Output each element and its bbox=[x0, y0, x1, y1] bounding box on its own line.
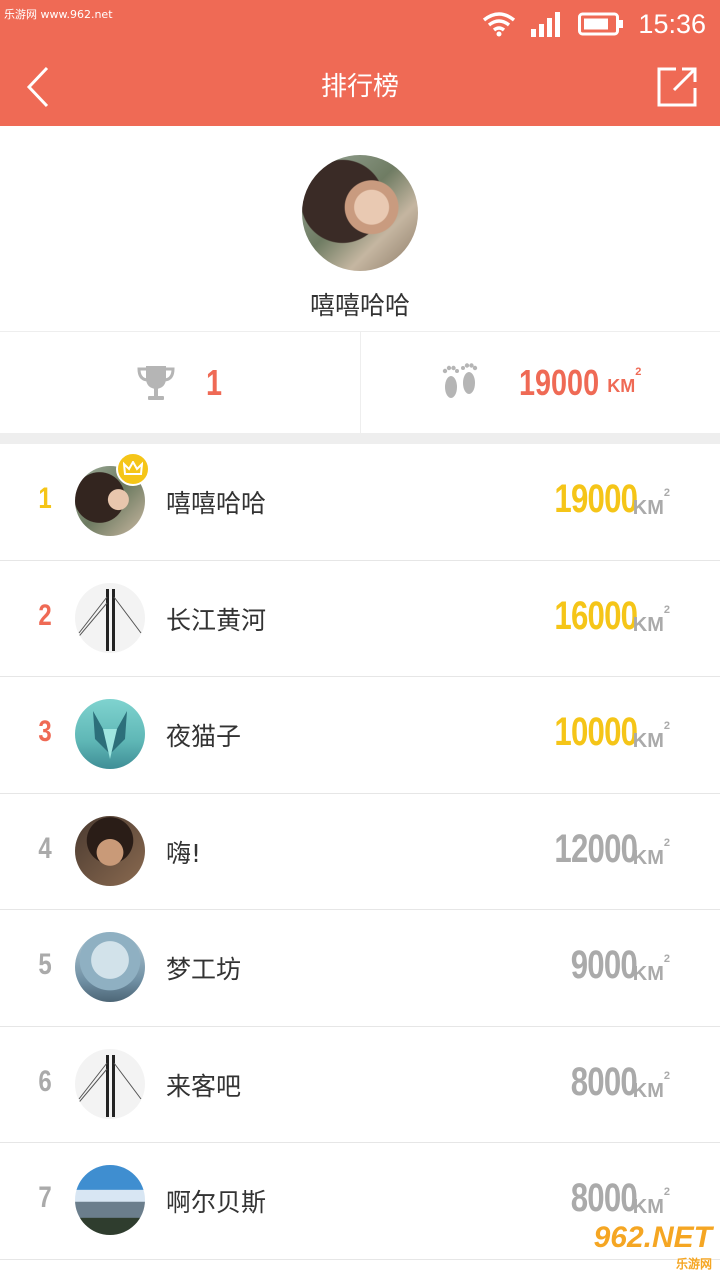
stat-distance-unit: KM2 bbox=[607, 366, 641, 397]
user-name: 嗨! bbox=[166, 838, 202, 868]
cat-image bbox=[93, 711, 127, 759]
unit-text: KM bbox=[632, 730, 664, 752]
section-divider bbox=[0, 433, 720, 444]
rank-number: 4 bbox=[38, 831, 52, 865]
user-avatar[interactable] bbox=[75, 699, 145, 769]
external-edit-icon bbox=[657, 67, 697, 107]
stat-distance: 19000 KM2 bbox=[359, 332, 720, 433]
distance-value: 8000 bbox=[570, 1059, 637, 1104]
user-name: 长江黄河 bbox=[166, 605, 267, 635]
leaderboard-row[interactable]: 5 梦工坊 9000 KM2 bbox=[0, 910, 720, 1027]
leaderboard-row[interactable]: 1 嘻嘻哈哈 19000 KM2 bbox=[0, 444, 720, 561]
distance-unit: KM2 bbox=[632, 1070, 670, 1103]
stat-rank-value: 1 bbox=[205, 361, 222, 403]
user-distance: 19000 KM2 bbox=[531, 477, 670, 522]
watermark-sub: 乐游网 bbox=[675, 1257, 712, 1271]
user-avatar[interactable] bbox=[75, 582, 145, 653]
navbar: 排行榜 bbox=[0, 48, 720, 126]
rank-number: 2 bbox=[38, 598, 52, 632]
profile-section: 嘻嘻哈哈 bbox=[0, 126, 720, 331]
unit-text: KM bbox=[607, 376, 636, 396]
unit-sup: 2 bbox=[663, 720, 670, 733]
unit-sup: 2 bbox=[663, 603, 670, 616]
rank-number: 1 bbox=[38, 482, 52, 515]
unit-text: KM bbox=[632, 613, 664, 636]
unit-sup: 2 bbox=[635, 366, 642, 378]
user-distance: 9000 KM2 bbox=[552, 943, 670, 988]
user-avatar[interactable] bbox=[75, 815, 145, 886]
unit-sup: 2 bbox=[663, 1069, 670, 1082]
bridge-image bbox=[75, 588, 142, 651]
unit-sup: 2 bbox=[663, 1186, 670, 1199]
crown-icon bbox=[116, 452, 150, 486]
unit-sup: 2 bbox=[663, 836, 670, 849]
bridge-image bbox=[75, 1054, 142, 1117]
unit-text: KM bbox=[632, 846, 664, 869]
profile-name: 嘻嘻哈哈 bbox=[309, 291, 410, 320]
status-bar: 15:36 bbox=[482, 4, 706, 44]
stats-bar: 1 19000 KM2 bbox=[0, 331, 720, 433]
user-avatar[interactable] bbox=[75, 932, 145, 1002]
unit-text: KM bbox=[632, 963, 664, 985]
distance-value: 12000 bbox=[553, 826, 638, 871]
unit-text: KM bbox=[632, 1079, 664, 1102]
user-distance: 8000 KM2 bbox=[552, 1060, 670, 1105]
battery-icon bbox=[578, 12, 624, 36]
distance-unit: KM2 bbox=[632, 953, 670, 986]
trophy-icon bbox=[137, 365, 175, 400]
page-title: 排行榜 bbox=[320, 72, 399, 102]
stat-distance-value: 19000 bbox=[519, 361, 600, 403]
unit-text: KM bbox=[632, 497, 664, 519]
watermark-main: 962.NET bbox=[593, 1221, 712, 1254]
rank-number: 7 bbox=[38, 1181, 52, 1214]
unit-sup: 2 bbox=[663, 953, 670, 966]
user-name: 来客吧 bbox=[166, 1071, 242, 1101]
profile-avatar[interactable] bbox=[302, 155, 418, 271]
user-avatar[interactable] bbox=[75, 1048, 145, 1119]
stat-rank: 1 bbox=[0, 332, 360, 433]
user-name: 嘻嘻哈哈 bbox=[166, 489, 267, 518]
user-distance: 8000 KM2 bbox=[552, 1176, 670, 1221]
footprints-icon bbox=[442, 362, 478, 398]
share-button[interactable] bbox=[656, 66, 698, 108]
distance-value: 19000 bbox=[553, 477, 638, 521]
signal-icon bbox=[531, 12, 561, 37]
rank-number: 6 bbox=[38, 1064, 52, 1098]
unit-sup: 2 bbox=[663, 487, 670, 500]
rank-number: 5 bbox=[38, 948, 52, 981]
leaderboard-row[interactable]: 6 来客吧 8000 KM2 bbox=[0, 1027, 720, 1143]
distance-value: 8000 bbox=[570, 1176, 637, 1220]
user-name: 梦工坊 bbox=[166, 955, 242, 984]
distance-unit: KM2 bbox=[632, 837, 670, 870]
watermark-top: 乐游网 www.962.net bbox=[4, 8, 113, 21]
leaderboard-row[interactable]: 3 夜猫子 10000 KM2 bbox=[0, 677, 720, 794]
status-time: 15:36 bbox=[638, 8, 706, 39]
leaderboard-row[interactable]: 4 嗨! 12000 KM2 bbox=[0, 794, 720, 910]
distance-value: 9000 bbox=[570, 943, 637, 987]
header-bar: 乐游网 www.962.net 15:36 排行榜 bbox=[0, 0, 720, 126]
user-name: 啊尔贝斯 bbox=[166, 1188, 267, 1217]
unit-text: KM bbox=[632, 1196, 664, 1218]
leaderboard-list: 1 嘻嘻哈哈 19000 KM2 2 长江黄河 16000 KM2 3 夜猫子 10000 KM2 4 嗨… bbox=[0, 444, 720, 1260]
distance-unit: KM2 bbox=[632, 1186, 670, 1219]
distance-unit: KM2 bbox=[632, 604, 670, 637]
distance-value: 10000 bbox=[553, 710, 638, 754]
leaderboard-row[interactable]: 2 长江黄河 16000 KM2 bbox=[0, 561, 720, 677]
rank-number: 3 bbox=[38, 715, 52, 748]
user-name: 夜猫子 bbox=[166, 722, 242, 751]
user-avatar[interactable] bbox=[75, 1165, 145, 1235]
distance-unit: KM2 bbox=[632, 720, 670, 753]
wifi-icon bbox=[483, 12, 516, 37]
watermark-bottom: 962.NET 乐游网 bbox=[594, 1221, 712, 1272]
user-distance: 16000 KM2 bbox=[531, 594, 670, 639]
user-distance: 10000 KM2 bbox=[531, 710, 670, 755]
distance-unit: KM2 bbox=[632, 487, 670, 520]
distance-value: 16000 bbox=[553, 593, 638, 638]
user-distance: 12000 KM2 bbox=[531, 827, 670, 872]
